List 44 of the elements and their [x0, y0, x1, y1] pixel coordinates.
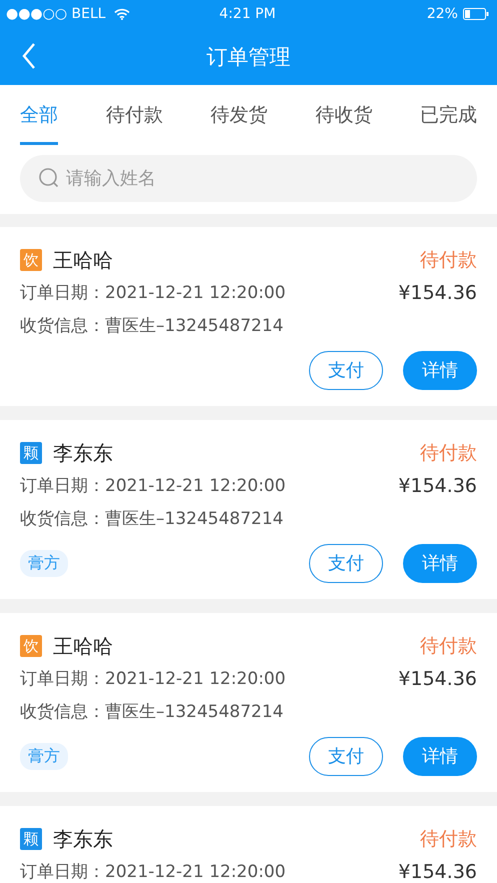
- details-button[interactable]: 详情: [403, 350, 477, 390]
- search-field[interactable]: 请输入姓名: [20, 155, 477, 202]
- details-button[interactable]: 详情: [403, 544, 477, 582]
- formula-tag: 膏方: [20, 742, 68, 770]
- customer-name: 李东东: [53, 440, 114, 466]
- details-button[interactable]: 详情: [403, 736, 477, 776]
- formula-tag: 膏方: [20, 550, 68, 576]
- shipping-info: 收货信息：曹医生–13245487214: [20, 701, 284, 723]
- filter-tab[interactable]: 待付款: [106, 85, 163, 145]
- pay-button[interactable]: 支付: [309, 350, 383, 390]
- search-icon: [38, 167, 60, 189]
- status-time: 4:21 PM: [219, 6, 276, 22]
- filter-tab[interactable]: 待收货: [315, 85, 372, 145]
- category-badge: 饮: [20, 249, 42, 271]
- order-status: 待付款: [420, 441, 477, 466]
- order-date: 订单日期：2021-12-21 12:20:00: [20, 475, 286, 497]
- wifi-icon: [114, 8, 130, 20]
- category-badge: 饮: [20, 635, 42, 657]
- category-badge: 颗: [20, 442, 42, 464]
- shipping-info: 收货信息：曹医生–13245487214: [20, 508, 284, 530]
- customer-name: 王哈哈: [53, 632, 114, 660]
- customer-name: 王哈哈: [53, 246, 114, 274]
- order-price: ¥154.36: [398, 282, 477, 304]
- order-date: 订单日期：2021-12-21 12:20:00: [20, 668, 286, 690]
- pay-button[interactable]: 支付: [309, 544, 383, 582]
- filter-tab[interactable]: 已完成: [420, 85, 477, 145]
- filter-tab[interactable]: 待发货: [210, 85, 268, 145]
- battery-percent: 22%: [426, 6, 458, 22]
- page-title: 订单管理: [206, 44, 290, 70]
- order-status: 待付款: [420, 248, 477, 273]
- order-price: ¥154.36: [398, 474, 477, 496]
- order-status: 待付款: [420, 827, 477, 852]
- order-price: ¥154.36: [398, 668, 477, 690]
- customer-name: 李东东: [53, 826, 114, 852]
- battery-icon: [462, 8, 489, 20]
- carrier-signal: ●●●○○ BELL: [6, 6, 106, 22]
- order-status: 待付款: [420, 634, 477, 659]
- order-date: 订单日期：2021-12-21 12:20:00: [20, 861, 286, 883]
- pay-button[interactable]: 支付: [309, 736, 383, 776]
- category-badge: 颗: [20, 828, 42, 850]
- back-icon[interactable]: [22, 43, 36, 69]
- order-date: 订单日期：2021-12-21 12:20:00: [20, 282, 286, 304]
- order-price: ¥154.36: [398, 860, 477, 882]
- shipping-info: 收货信息：曹医生–13245487214: [20, 315, 284, 337]
